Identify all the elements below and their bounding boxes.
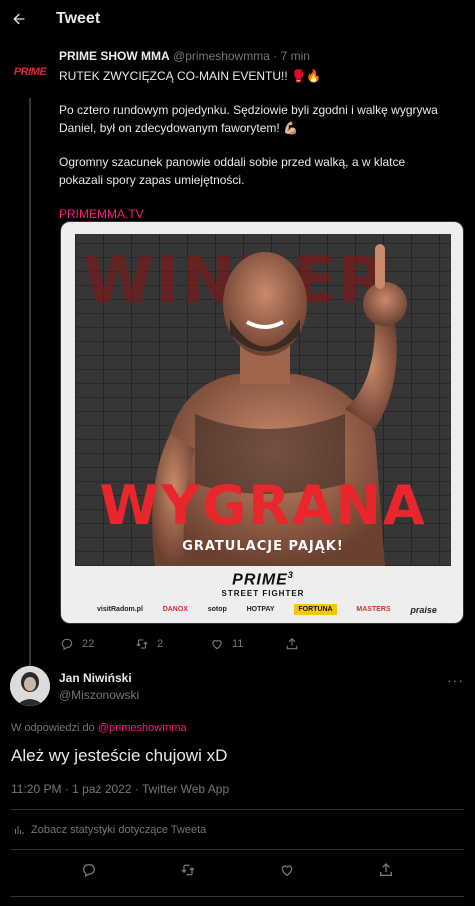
avatar-portrait	[10, 666, 50, 706]
author-name[interactable]: Jan Niwiński	[59, 671, 132, 685]
retweet-count: 2	[157, 638, 164, 650]
brand-sup: 3	[287, 570, 294, 580]
tweet-header: PRIME SHOW MMA @primeshowmma · 7 min	[59, 48, 464, 64]
avatar-logo-text: PRIME	[13, 66, 47, 78]
tweet-text: Ależ wy jesteście chujowi xD	[11, 746, 228, 765]
sponsor-logo: visitRadom.pl	[97, 606, 143, 613]
top-bar: Tweet	[0, 0, 475, 38]
view-stats-link[interactable]: Zobacz statystyki dotyczące Tweeta	[13, 824, 206, 836]
sponsor-logo: HOTPAY	[246, 606, 275, 613]
tweet-time[interactable]: 7 min	[281, 49, 310, 63]
heart-icon[interactable]	[279, 862, 295, 878]
heart-icon	[212, 640, 222, 650]
retweet-button[interactable]: 2	[135, 637, 210, 651]
page-title: Tweet	[56, 10, 101, 27]
share-icon	[286, 637, 298, 650]
like-button[interactable]: 11	[210, 637, 285, 651]
reply-context: W odpowiedzi do @primeshowmma	[11, 722, 187, 734]
more-options-button[interactable]: ···	[447, 672, 464, 688]
tweet-paragraph-2: Po cztero rundowym pojedynku. Sędziowie …	[59, 103, 438, 135]
tweet-actions	[0, 862, 475, 878]
separator: ·	[273, 49, 278, 63]
reply-icon[interactable]	[81, 862, 97, 878]
divider	[11, 849, 464, 850]
tweet-line-1: RUTEK ZWYCIĘZCĄ CO-MAIN EVENTU!! 🥊🔥	[59, 69, 321, 83]
author-handle[interactable]: @primeshowmma	[173, 49, 270, 63]
sponsor-strip: visitRadom.pl DANOX sotop HOTPAY FORTUNA…	[97, 604, 437, 615]
sponsor-logo: sotop	[207, 606, 227, 613]
share-icon[interactable]	[378, 862, 394, 878]
avatar[interactable]	[10, 666, 50, 706]
reply-count: 22	[82, 638, 95, 650]
share-button[interactable]	[285, 637, 360, 651]
brand-main: PRIME	[232, 571, 288, 589]
tweet-media-image[interactable]: WINNER	[60, 221, 464, 624]
reply-to-handle[interactable]: @primeshowmma	[98, 722, 187, 734]
divider	[11, 809, 464, 810]
tweet-timestamp[interactable]: 11:20 PM · 1 paź 2022 · Twitter Web App	[11, 782, 229, 796]
arrow-left-icon	[13, 13, 25, 25]
view-stats-label: Zobacz statystyki dotyczące Tweeta	[31, 824, 207, 836]
sponsor-logo: DANOX	[162, 606, 188, 613]
poster-headline: WYGRANA	[99, 474, 427, 537]
author-name[interactable]: PRIME SHOW MMA	[59, 49, 170, 63]
back-button[interactable]	[0, 0, 38, 38]
poster-image: WINNER	[75, 234, 451, 566]
like-count: 11	[232, 638, 244, 650]
thread-line	[29, 98, 31, 678]
reply-prefix: W odpowiedzi do	[11, 722, 95, 734]
sponsor-logo: FORTUNA	[294, 604, 337, 615]
reply-button[interactable]: 22	[60, 637, 135, 651]
poster-subline: GRATULACJE PAJĄK!	[182, 539, 344, 554]
sponsor-logo: MASTERS	[356, 606, 391, 613]
divider	[11, 896, 464, 897]
retweet-icon[interactable]	[180, 862, 196, 878]
author-handle[interactable]: @Miszonowski	[59, 688, 139, 702]
tweet-text: RUTEK ZWYCIĘZCĄ CO-MAIN EVENTU!! 🥊🔥 Po c…	[59, 67, 464, 223]
brand-sub: STREET FIGHTER	[221, 589, 305, 599]
retweet-icon	[136, 639, 148, 649]
sponsor-logo: praise	[410, 604, 437, 615]
tweet-actions: 22 2 11	[60, 637, 360, 651]
analytics-icon	[15, 826, 24, 834]
tweet-paragraph-3: Ogromny szacunek panowie oddali sobie pr…	[59, 155, 406, 187]
brand-logo: PRIME3 STREET FIGHTER	[61, 570, 463, 599]
avatar[interactable]: PRIME	[10, 52, 50, 92]
reply-icon	[61, 638, 73, 651]
